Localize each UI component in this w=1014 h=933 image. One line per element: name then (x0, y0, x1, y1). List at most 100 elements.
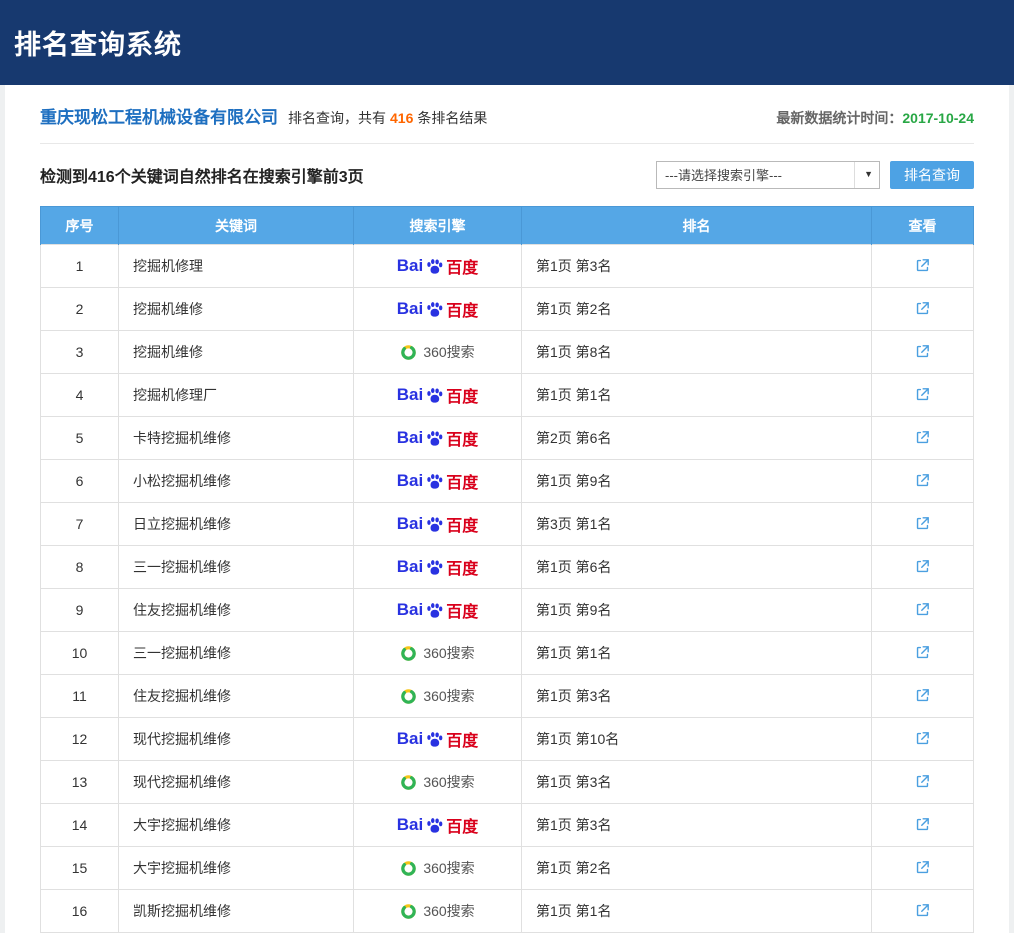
view-cell (872, 245, 974, 288)
keyword-cell: 住友挖掘机维修 (119, 675, 354, 718)
so360-logo: 360搜索 (400, 643, 474, 663)
view-link-icon[interactable] (912, 814, 933, 835)
table-row: 9 住友挖掘机维修 Bai 百度 (41, 589, 974, 632)
table-row: 7 日立挖掘机维修 Bai 百度 (41, 503, 974, 546)
engine-cell: Bai 百度 (354, 331, 522, 374)
rank-cell: 第1页 第3名 (522, 804, 872, 847)
so360-logo: 360搜索 (400, 858, 474, 878)
row-index: 2 (41, 288, 119, 331)
col-header-no: 序号 (41, 207, 119, 245)
rank-cell: 第2页 第6名 (522, 417, 872, 460)
rank-cell: 第1页 第1名 (522, 632, 872, 675)
result-count: 416 (390, 110, 413, 126)
engine-cell: Bai 百度 (354, 245, 522, 288)
stat-label: 最新数据统计时间： (776, 110, 902, 126)
keyword-cell: 挖掘机修理 (119, 245, 354, 288)
keyword-cell: 挖掘机修理厂 (119, 374, 354, 417)
row-index: 1 (41, 245, 119, 288)
view-link-icon[interactable] (912, 728, 933, 749)
keyword-cell: 卡特挖掘机维修 (119, 417, 354, 460)
engine-cell: Bai 百度 (354, 847, 522, 890)
view-cell (872, 417, 974, 460)
view-cell (872, 890, 974, 933)
baidu-paw-icon (425, 816, 444, 835)
view-link-icon[interactable] (912, 685, 933, 706)
view-link-icon[interactable] (912, 470, 933, 491)
baidu-logo-text-bai: Bai (397, 729, 423, 749)
view-cell (872, 331, 974, 374)
table-row: 13 现代挖掘机维修 Bai 百度 (41, 761, 974, 804)
baidu-logo: Bai 百度 (397, 426, 478, 450)
so360-circle-icon (400, 774, 417, 791)
col-header-rank: 排名 (522, 207, 872, 245)
baidu-logo: Bai 百度 (397, 254, 478, 278)
table-row: 2 挖掘机维修 Bai 百度 (41, 288, 974, 331)
summary-prefix: 排名查询，共有 (288, 108, 386, 128)
view-link-icon[interactable] (912, 513, 933, 534)
view-cell (872, 761, 974, 804)
baidu-logo: Bai 百度 (397, 813, 478, 837)
ranking-table: 序号 关键词 搜索引擎 排名 查看 1 挖掘机修理 Bai (40, 206, 974, 933)
baidu-logo-text-du: 百度 (446, 727, 478, 751)
engine-select[interactable]: ---请选择搜索引擎--- (656, 161, 880, 189)
table-row: 1 挖掘机修理 Bai 百度 (41, 245, 974, 288)
view-link-icon[interactable] (912, 556, 933, 577)
baidu-paw-icon (425, 601, 444, 620)
company-name-link[interactable]: 重庆现松工程机械设备有限公司 (40, 103, 278, 128)
view-link-icon[interactable] (912, 857, 933, 878)
view-link-icon[interactable] (912, 900, 933, 921)
so360-logo: 360搜索 (400, 342, 474, 362)
keyword-cell: 现代挖掘机维修 (119, 718, 354, 761)
table-row: 3 挖掘机维修 Bai 百度 (41, 331, 974, 374)
baidu-paw-icon (425, 730, 444, 749)
table-row: 8 三一挖掘机维修 Bai 百度 (41, 546, 974, 589)
view-link-icon[interactable] (912, 642, 933, 663)
engine-cell: Bai 百度 (354, 417, 522, 460)
engine-cell: Bai 百度 (354, 890, 522, 933)
so360-circle-icon (400, 344, 417, 361)
so360-circle-icon (400, 903, 417, 920)
view-cell (872, 546, 974, 589)
page-title: 排名查询系统 (14, 23, 182, 62)
keyword-cell: 小松挖掘机维修 (119, 460, 354, 503)
so360-logo-text: 360搜索 (423, 901, 474, 921)
view-link-icon[interactable] (912, 771, 933, 792)
baidu-paw-icon (425, 257, 444, 276)
baidu-logo-text-bai: Bai (397, 600, 423, 620)
stat-time: 最新数据统计时间：2017-10-24 (776, 108, 974, 128)
rank-cell: 第1页 第6名 (522, 546, 872, 589)
so360-logo-text: 360搜索 (423, 772, 474, 792)
view-link-icon[interactable] (912, 255, 933, 276)
summary-suffix: 条排名结果 (417, 108, 487, 128)
view-link-icon[interactable] (912, 427, 933, 448)
keyword-cell: 三一挖掘机维修 (119, 546, 354, 589)
baidu-logo: Bai 百度 (397, 512, 478, 536)
content-panel: 重庆现松工程机械设备有限公司 排名查询，共有 416 条排名结果 最新数据统计时… (5, 85, 1009, 933)
top-bar: 排名查询系统 (0, 0, 1014, 85)
table-header-row: 序号 关键词 搜索引擎 排名 查看 (41, 207, 974, 245)
view-cell (872, 589, 974, 632)
col-header-view: 查看 (872, 207, 974, 245)
keyword-cell: 大宇挖掘机维修 (119, 804, 354, 847)
rank-cell: 第1页 第10名 (522, 718, 872, 761)
view-link-icon[interactable] (912, 384, 933, 405)
row-index: 16 (41, 890, 119, 933)
row-index: 12 (41, 718, 119, 761)
row-index: 8 (41, 546, 119, 589)
rank-cell: 第1页 第2名 (522, 288, 872, 331)
engine-cell: Bai 百度 (354, 761, 522, 804)
engine-cell: Bai 百度 (354, 503, 522, 546)
view-link-icon[interactable] (912, 298, 933, 319)
view-link-icon[interactable] (912, 599, 933, 620)
row-index: 6 (41, 460, 119, 503)
row-index: 9 (41, 589, 119, 632)
baidu-logo-text-bai: Bai (397, 815, 423, 835)
rank-query-button[interactable]: 排名查询 (890, 161, 974, 189)
engine-cell: Bai 百度 (354, 589, 522, 632)
detect-text: 检测到416个关键词自然排名在搜索引擎前3页 (40, 163, 364, 187)
summary-row: 重庆现松工程机械设备有限公司 排名查询，共有 416 条排名结果 最新数据统计时… (40, 103, 974, 128)
view-cell (872, 847, 974, 890)
so360-logo-text: 360搜索 (423, 686, 474, 706)
view-link-icon[interactable] (912, 341, 933, 362)
row-index: 7 (41, 503, 119, 546)
